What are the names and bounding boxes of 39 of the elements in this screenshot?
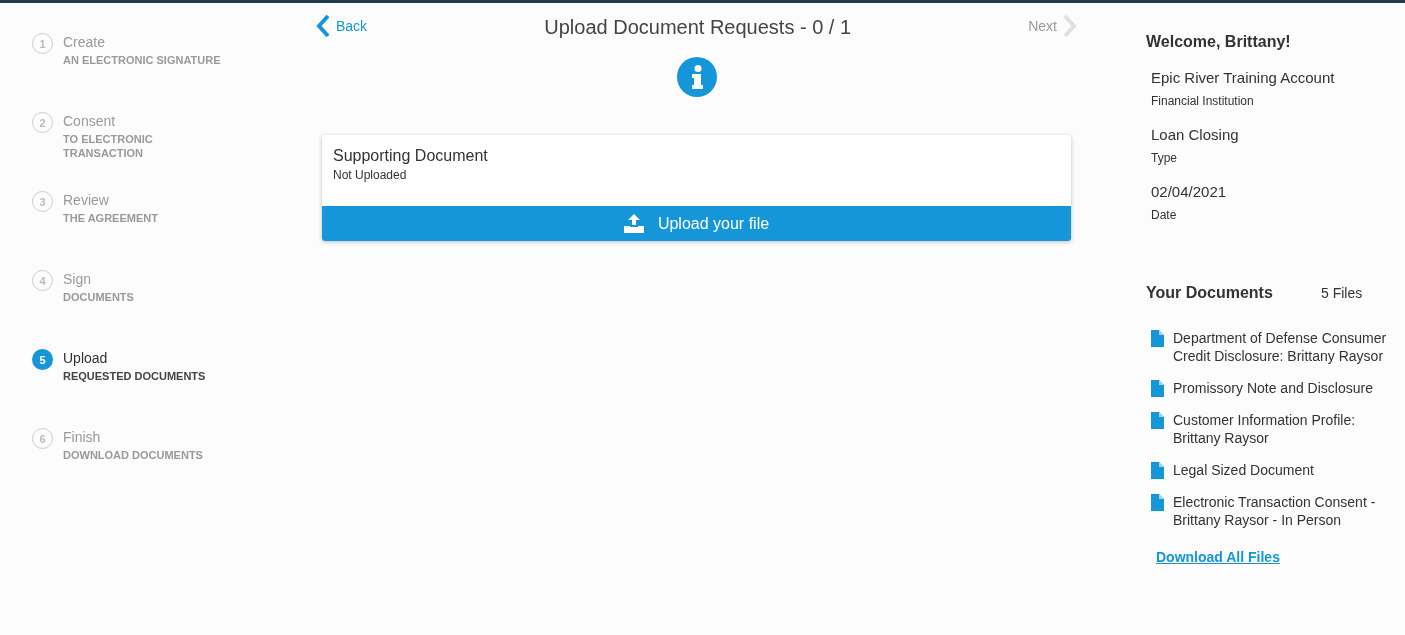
step-subtitle: THE AGREEMENT [63, 211, 159, 225]
detail-value: Epic River Training Account [1151, 69, 1336, 86]
document-icon [1151, 412, 1164, 429]
step-title: Review [63, 192, 110, 208]
step-subtitle: REQUESTED DOCUMENTS [63, 369, 207, 383]
document-link[interactable]: Promissory Note and Disclosure [1173, 379, 1391, 397]
step-title: Sign [63, 271, 93, 287]
document-link[interactable]: Legal Sized Document [1173, 461, 1391, 479]
step-title: Consent [63, 113, 117, 129]
step-title: Create [63, 34, 107, 50]
document-link[interactable]: Customer Information Profile: Brittany Raysor [1173, 411, 1391, 447]
step-subtitle: TO ELECTRONIC TRANSACTION [63, 132, 154, 160]
document-icon [1151, 380, 1164, 397]
document-icon [1151, 330, 1164, 347]
document-icon [1151, 494, 1164, 511]
document-link[interactable]: Electronic Transaction Consent - Brittany Raysor - In Person [1173, 493, 1391, 529]
info-icon [676, 57, 717, 97]
request-name: Supporting Document [333, 147, 489, 165]
step-subtitle: AN ELECTRONIC SIGNATURE [63, 53, 222, 67]
detail-label: Financial Institution [1151, 94, 1255, 108]
step-number: 5 [32, 349, 53, 370]
step-subtitle: DOWNLOAD DOCUMENTS [63, 448, 204, 462]
detail-label: Type [1151, 151, 1178, 165]
chevron-left-icon [316, 13, 330, 38]
detail-label: Date [1151, 208, 1178, 222]
document-icon [1151, 462, 1164, 479]
step-title: Upload [63, 350, 109, 366]
step-title: Finish [63, 429, 102, 445]
step-subtitle: DOCUMENTS [63, 290, 135, 304]
page-title: Upload Document Requests - 0 / 1 [544, 16, 852, 39]
chevron-right-icon [1063, 13, 1077, 38]
documents-heading: Your Documents [1146, 284, 1274, 302]
documents-count: 5 Files [1321, 285, 1363, 301]
document-link[interactable]: Department of Defense Consumer Credit Disclosure: Brittany Raysor [1173, 329, 1391, 365]
upload-icon [623, 214, 644, 233]
detail-value: Loan Closing [1151, 126, 1240, 143]
request-status: Not Uploaded [333, 168, 408, 182]
welcome-heading: Welcome, Brittany! [1146, 33, 1292, 51]
detail-value: 02/04/2021 [1151, 183, 1228, 200]
